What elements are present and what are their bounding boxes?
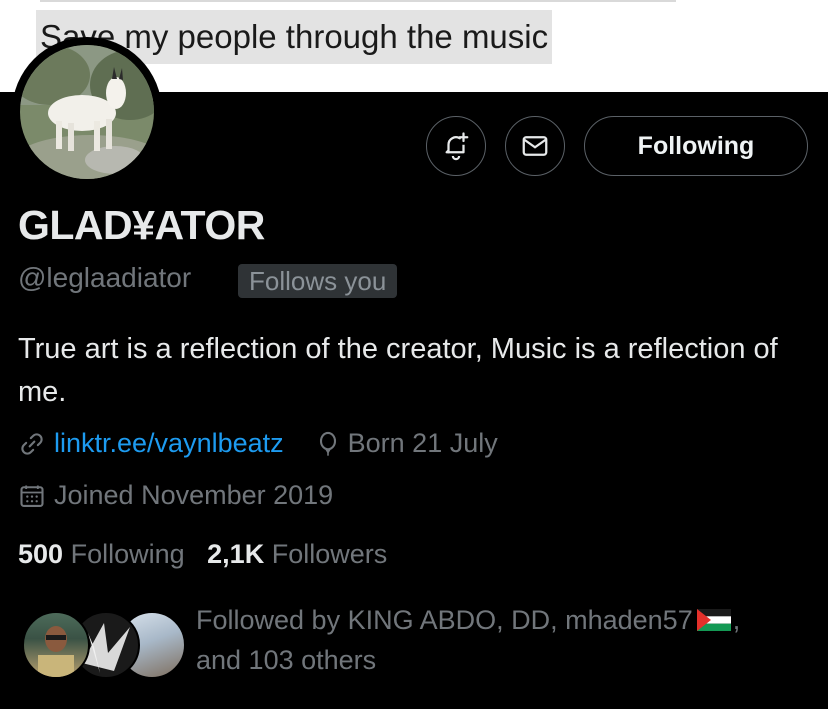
followers-stat[interactable]: 2,1K Followers — [207, 539, 387, 569]
envelope-icon — [522, 136, 548, 156]
followers-count: 2,1K — [207, 539, 265, 569]
birthday-text: Born 21 July — [347, 428, 498, 458]
avatar-image — [20, 45, 154, 179]
message-button[interactable] — [505, 116, 565, 176]
follows-you-badge: Follows you — [238, 264, 398, 298]
followers-label: Followers — [271, 539, 388, 569]
followed-by-avatars[interactable] — [22, 611, 186, 679]
palestine-flag-icon — [696, 608, 731, 631]
link-icon — [21, 432, 43, 455]
followed-by-names: Followed by KING ABDO, DD, mhaden57 — [196, 605, 693, 635]
balloon-icon — [319, 431, 336, 456]
following-stat[interactable]: 500 Following — [18, 539, 185, 569]
following-count: 500 — [18, 539, 64, 569]
profile-avatar[interactable] — [12, 37, 162, 187]
joined-row: Joined November 2019 — [18, 480, 333, 511]
notifications-button[interactable] — [426, 116, 486, 176]
display-name: GLAD¥ATOR — [18, 202, 265, 248]
profile-meta-row: linktr.ee/vaynlbeatz Born 21 July — [18, 428, 498, 459]
avatar — [22, 611, 90, 679]
user-handle: @leglaadiator — [18, 262, 192, 293]
followed-by-text[interactable]: Followed by KING ABDO, DD, mhaden57 , an… — [196, 600, 796, 680]
followed-by-comma: , — [732, 605, 741, 635]
profile-bio: True art is a reflection of the creator,… — [18, 333, 778, 408]
bell-plus-icon — [445, 132, 469, 161]
following-label: Following — [70, 539, 185, 569]
website-link[interactable]: linktr.ee/vaynlbeatz — [54, 428, 284, 459]
banner-divider — [40, 0, 676, 2]
followed-by-others: and 103 others — [196, 645, 377, 675]
calendar-icon — [20, 485, 44, 507]
profile-stats: 500 Following 2,1K Followers — [18, 539, 387, 570]
joined-text: Joined November 2019 — [54, 480, 334, 510]
following-button[interactable]: Following — [584, 116, 808, 176]
